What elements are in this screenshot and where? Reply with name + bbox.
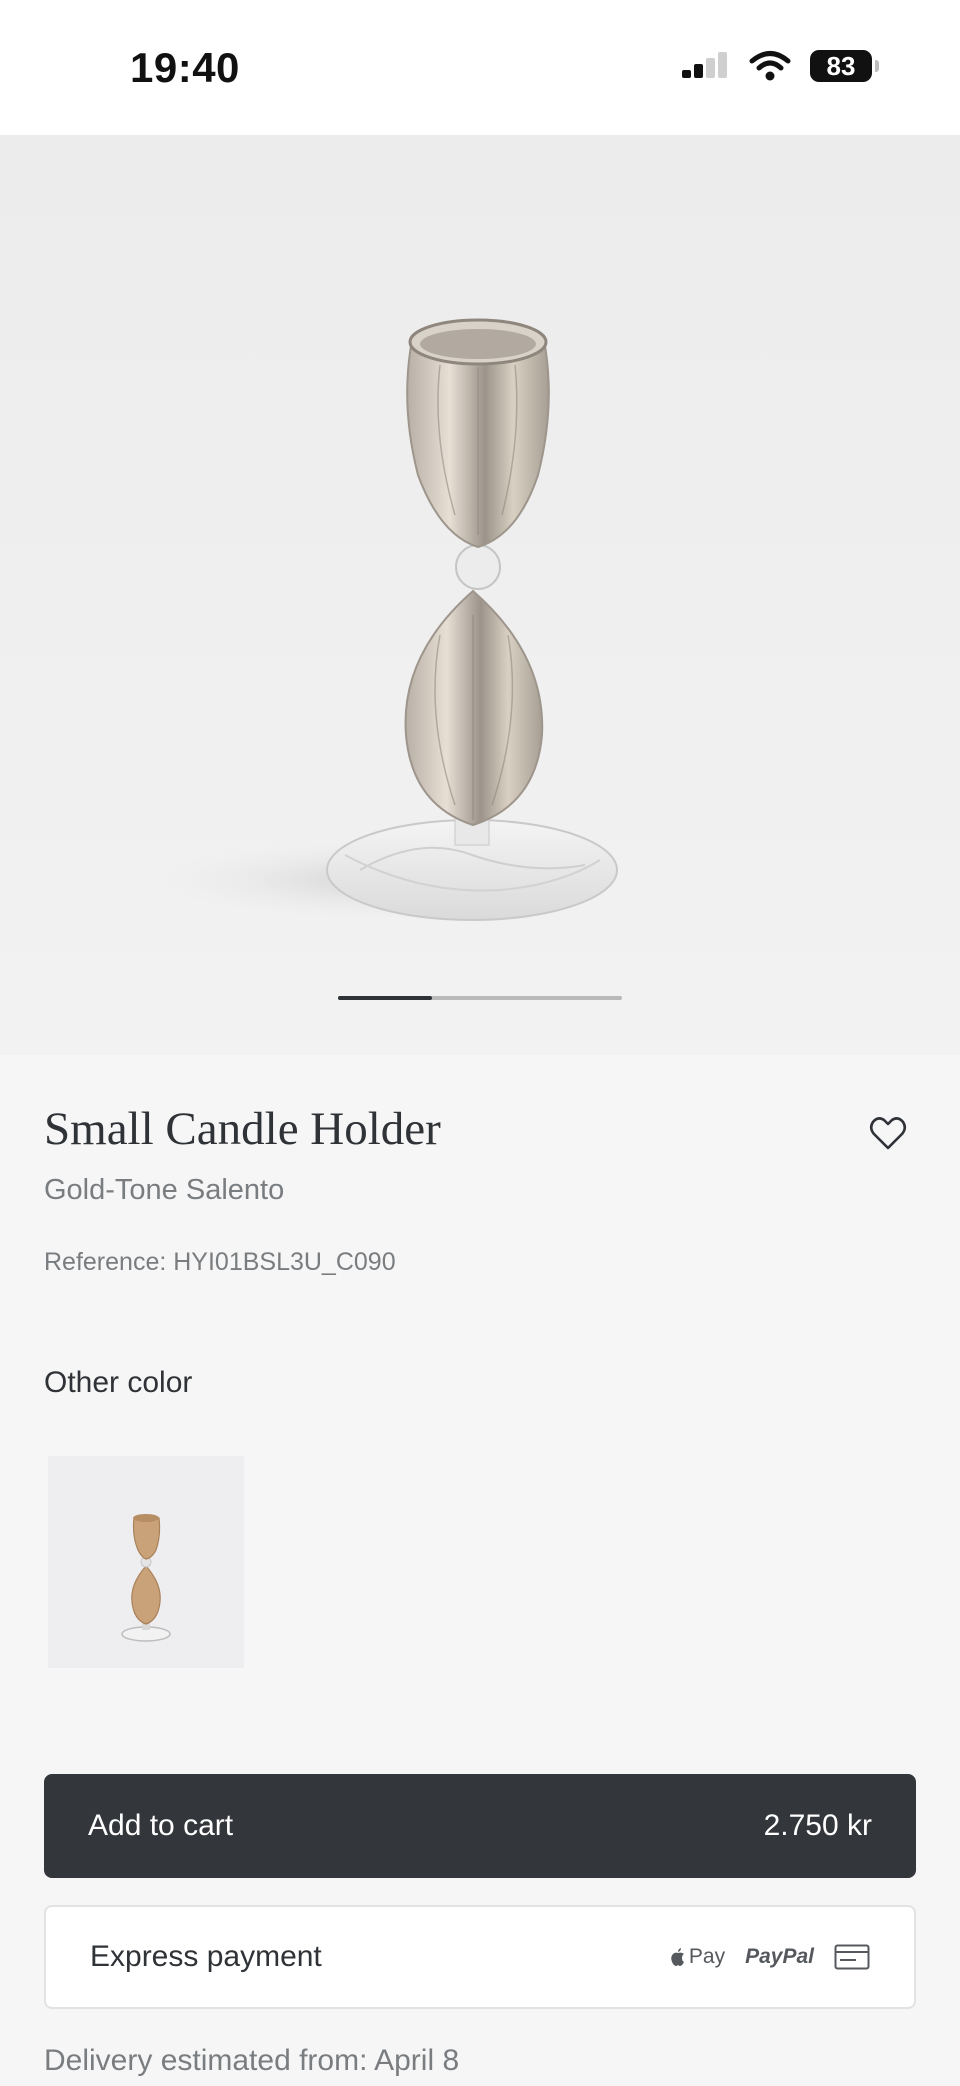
apple-pay-logo: Pay <box>670 1945 725 1969</box>
carousel-active-segment <box>338 996 432 1000</box>
color-swatch[interactable] <box>48 1456 244 1668</box>
add-to-cart-button[interactable]: Add to cart 2.750 kr <box>44 1774 916 1878</box>
product-image[interactable] <box>0 135 960 1055</box>
status-time: 19:40 <box>130 44 240 91</box>
signal-icon <box>682 52 727 78</box>
apple-icon <box>671 1948 684 1966</box>
swatch-thumbnail <box>121 1514 171 1642</box>
price: 2.750 kr <box>763 1809 872 1842</box>
heart-icon[interactable] <box>868 1114 908 1154</box>
product-title: Small Candle Holder <box>44 1103 441 1155</box>
apple-pay-text: Pay <box>688 1945 726 1968</box>
battery-icon: 83 <box>810 50 879 82</box>
express-payment-label: Express payment <box>90 1940 322 1973</box>
carousel-indicator[interactable] <box>338 996 622 1000</box>
paypal-logo: PayPal <box>745 1945 814 1968</box>
wifi-icon <box>749 51 791 81</box>
status-icons: 83 <box>682 50 879 82</box>
candle-holder-illustration <box>160 318 620 921</box>
product-reference: Reference: HYI01BSL3U_C090 <box>44 1248 396 1276</box>
battery-level: 83 <box>826 50 856 81</box>
payment-icons: Pay PayPal <box>670 1944 870 1970</box>
express-payment-button[interactable]: Express payment Pay PayPal <box>44 1905 916 2009</box>
delivery-estimate: Delivery estimated from: April 8 <box>44 2044 460 2077</box>
status-bar: 19:40 83 <box>0 0 960 135</box>
product-subtitle: Gold-Tone Salento <box>44 1174 285 1206</box>
other-color-heading: Other color <box>44 1366 193 1399</box>
add-to-cart-label: Add to cart <box>88 1809 234 1842</box>
card-icon <box>834 1944 870 1970</box>
